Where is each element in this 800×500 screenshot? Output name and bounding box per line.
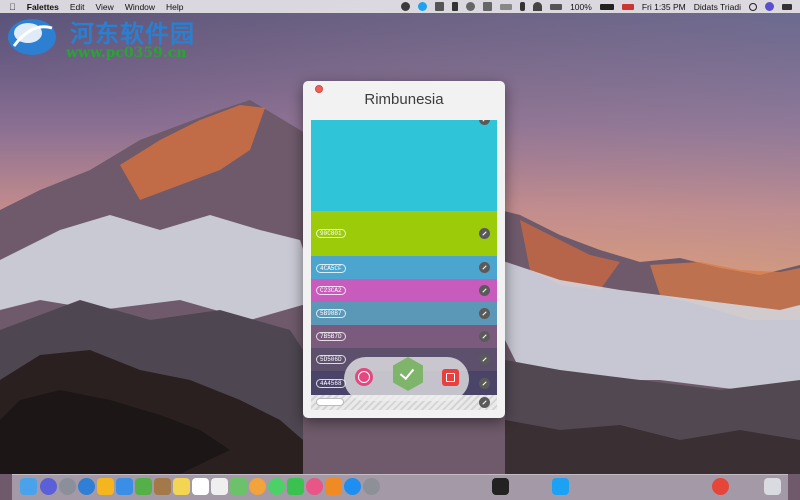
launchpad-icon[interactable] (59, 478, 76, 495)
terminal-icon[interactable] (492, 478, 509, 495)
chrome-icon[interactable] (712, 478, 729, 495)
siri-icon[interactable] (765, 2, 774, 11)
trash-icon[interactable] (764, 478, 781, 495)
user-name[interactable]: Didats Triadi (694, 2, 741, 12)
share-icon[interactable] (442, 369, 459, 386)
edit-color-icon[interactable] (479, 397, 490, 408)
battery-icon[interactable] (599, 3, 614, 10)
time-machine-icon[interactable] (466, 2, 476, 11)
edit-color-icon[interactable] (479, 308, 490, 319)
color-swatch-1[interactable] (311, 120, 497, 211)
hex-label[interactable]: 90C801 (316, 229, 346, 238)
watermark-title: 河东软件园 (70, 19, 195, 48)
notification-center-icon[interactable] (782, 3, 792, 10)
hex-label[interactable]: 7B5B7D (316, 332, 346, 341)
bluetooth-icon[interactable] (520, 2, 526, 11)
edit-color-icon[interactable] (479, 331, 490, 342)
edit-color-icon[interactable] (479, 378, 490, 389)
color-swatch-3[interactable]: 4CA5CF (311, 256, 497, 279)
spotlight-icon[interactable] (749, 2, 757, 11)
hex-label[interactable]: 5B98B7 (316, 309, 346, 318)
hex-label[interactable]: C23CA2 (316, 286, 346, 295)
hex-label[interactable]: 4CA5CF (316, 264, 346, 273)
confirm-check-button[interactable] (393, 357, 423, 391)
maps-icon[interactable] (230, 478, 247, 495)
hex-input-empty[interactable] (316, 398, 344, 406)
finder-icon[interactable] (20, 478, 37, 495)
leaf-icon[interactable] (135, 478, 152, 495)
edit-color-icon[interactable] (479, 354, 490, 365)
itunes-icon[interactable] (306, 478, 323, 495)
twitter-icon[interactable] (418, 2, 428, 11)
hex-label[interactable]: 5D506D (316, 355, 346, 364)
calendar-icon[interactable] (483, 2, 493, 11)
menu-help[interactable]: Help (166, 2, 183, 12)
menu-edit[interactable]: Edit (70, 2, 85, 12)
notes-icon[interactable] (173, 478, 190, 495)
system-prefs-icon[interactable] (363, 478, 380, 495)
palette-swatches: 90C801 4CA5CF C23CA2 5B98B7 7B5B7D 5D506… (311, 120, 497, 410)
battery-percent[interactable]: 100% (570, 2, 592, 12)
hex-label[interactable]: 4A4568 (316, 379, 346, 388)
safari-icon[interactable] (78, 478, 95, 495)
edit-color-icon[interactable] (479, 228, 490, 239)
facetime-icon[interactable] (287, 478, 304, 495)
edit-color-icon[interactable] (479, 262, 490, 273)
menu-bar:  Falettes Edit View Window Help 100% Fr… (0, 0, 800, 13)
color-swatch-4[interactable]: C23CA2 (311, 279, 497, 302)
action-bar (344, 357, 469, 401)
apple-icon[interactable]:  (9, 2, 16, 12)
telegram-icon[interactable] (401, 2, 411, 11)
contacts-icon[interactable] (154, 478, 171, 495)
dribbble-icon[interactable] (355, 368, 373, 386)
menu-window[interactable]: Window (125, 2, 155, 12)
palette-title: Rimbunesia (364, 91, 444, 108)
flag-icon[interactable] (621, 3, 634, 10)
lock-icon[interactable] (452, 2, 459, 11)
files-icon[interactable] (116, 478, 133, 495)
clock[interactable]: Fri 1:35 PM (642, 2, 686, 12)
ibooks-icon[interactable] (325, 478, 342, 495)
color-swatch-2[interactable]: 90C801 (311, 211, 497, 256)
menu-view[interactable]: View (96, 2, 114, 12)
photos-icon[interactable] (249, 478, 266, 495)
edit-color-icon[interactable] (479, 285, 490, 296)
dock (12, 474, 788, 500)
reminders-icon[interactable] (211, 478, 228, 495)
appstore-icon[interactable] (344, 478, 361, 495)
menu-app-name[interactable]: Falettes (27, 2, 59, 12)
wifi-icon[interactable] (533, 2, 543, 11)
watermark-logo-icon (8, 19, 56, 55)
skype-icon[interactable] (435, 2, 445, 11)
color-swatch-6[interactable]: 7B5B7D (311, 325, 497, 348)
watermark-url: www.pc0359.cn (66, 45, 187, 61)
falettes-window: Rimbunesia 90C801 4CA5CF C23CA2 5B98B7 7… (303, 81, 505, 418)
sketch-icon[interactable] (97, 478, 114, 495)
siri-icon[interactable] (40, 478, 57, 495)
color-swatch-5[interactable]: 5B98B7 (311, 302, 497, 325)
grid-icon[interactable] (500, 3, 513, 10)
calendar-icon[interactable] (192, 478, 209, 495)
messages-icon[interactable] (268, 478, 285, 495)
twitter-icon[interactable] (552, 478, 569, 495)
edit-color-icon[interactable] (479, 120, 490, 125)
airplay-icon[interactable] (550, 3, 563, 10)
